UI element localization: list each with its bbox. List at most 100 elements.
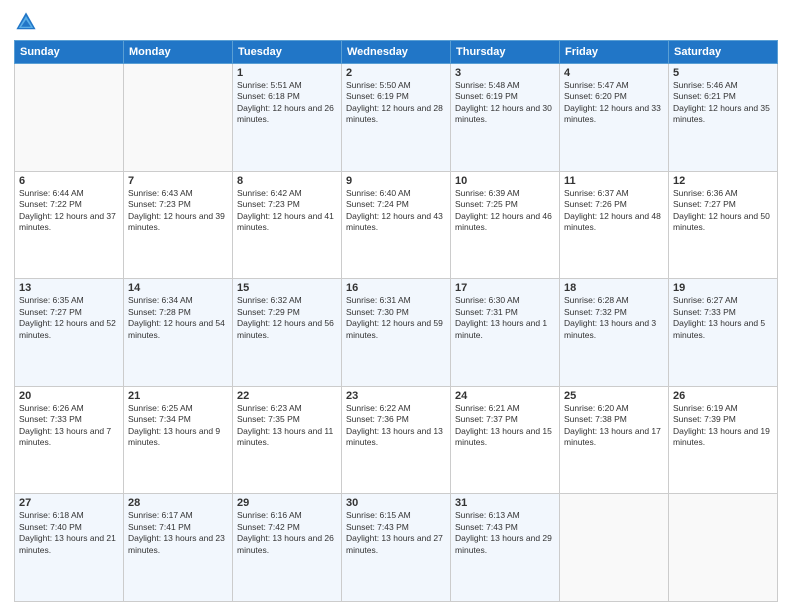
day-number: 18 — [564, 282, 664, 294]
day-info: Sunrise: 6:39 AM Sunset: 7:25 PM Dayligh… — [455, 188, 555, 234]
calendar-cell: 28Sunrise: 6:17 AM Sunset: 7:41 PM Dayli… — [124, 494, 233, 602]
logo — [14, 10, 42, 34]
day-number: 27 — [19, 497, 119, 509]
day-number: 29 — [237, 497, 337, 509]
day-number: 1 — [237, 67, 337, 79]
day-info: Sunrise: 6:42 AM Sunset: 7:23 PM Dayligh… — [237, 188, 337, 234]
calendar-cell: 16Sunrise: 6:31 AM Sunset: 7:30 PM Dayli… — [342, 279, 451, 387]
calendar-week-row: 20Sunrise: 6:26 AM Sunset: 7:33 PM Dayli… — [15, 386, 778, 494]
weekday-header-cell: Thursday — [451, 41, 560, 64]
header — [14, 10, 778, 34]
weekday-header-cell: Wednesday — [342, 41, 451, 64]
calendar-cell: 17Sunrise: 6:30 AM Sunset: 7:31 PM Dayli… — [451, 279, 560, 387]
weekday-header-cell: Tuesday — [233, 41, 342, 64]
calendar-cell: 1Sunrise: 5:51 AM Sunset: 6:18 PM Daylig… — [233, 64, 342, 172]
day-number: 3 — [455, 67, 555, 79]
day-info: Sunrise: 6:21 AM Sunset: 7:37 PM Dayligh… — [455, 403, 555, 449]
day-number: 21 — [128, 390, 228, 402]
calendar-cell: 21Sunrise: 6:25 AM Sunset: 7:34 PM Dayli… — [124, 386, 233, 494]
day-info: Sunrise: 6:26 AM Sunset: 7:33 PM Dayligh… — [19, 403, 119, 449]
calendar-cell: 8Sunrise: 6:42 AM Sunset: 7:23 PM Daylig… — [233, 171, 342, 279]
day-number: 28 — [128, 497, 228, 509]
calendar-cell: 29Sunrise: 6:16 AM Sunset: 7:42 PM Dayli… — [233, 494, 342, 602]
day-number: 23 — [346, 390, 446, 402]
calendar-cell: 9Sunrise: 6:40 AM Sunset: 7:24 PM Daylig… — [342, 171, 451, 279]
day-info: Sunrise: 6:43 AM Sunset: 7:23 PM Dayligh… — [128, 188, 228, 234]
day-number: 11 — [564, 175, 664, 187]
calendar-cell: 5Sunrise: 5:46 AM Sunset: 6:21 PM Daylig… — [669, 64, 778, 172]
day-info: Sunrise: 5:46 AM Sunset: 6:21 PM Dayligh… — [673, 80, 773, 126]
day-number: 19 — [673, 282, 773, 294]
day-info: Sunrise: 5:51 AM Sunset: 6:18 PM Dayligh… — [237, 80, 337, 126]
calendar-cell: 24Sunrise: 6:21 AM Sunset: 7:37 PM Dayli… — [451, 386, 560, 494]
day-number: 20 — [19, 390, 119, 402]
calendar-week-row: 6Sunrise: 6:44 AM Sunset: 7:22 PM Daylig… — [15, 171, 778, 279]
day-info: Sunrise: 6:35 AM Sunset: 7:27 PM Dayligh… — [19, 295, 119, 341]
day-info: Sunrise: 6:25 AM Sunset: 7:34 PM Dayligh… — [128, 403, 228, 449]
calendar-cell: 10Sunrise: 6:39 AM Sunset: 7:25 PM Dayli… — [451, 171, 560, 279]
weekday-header-row: SundayMondayTuesdayWednesdayThursdayFrid… — [15, 41, 778, 64]
calendar-cell: 26Sunrise: 6:19 AM Sunset: 7:39 PM Dayli… — [669, 386, 778, 494]
calendar-cell: 6Sunrise: 6:44 AM Sunset: 7:22 PM Daylig… — [15, 171, 124, 279]
day-info: Sunrise: 6:23 AM Sunset: 7:35 PM Dayligh… — [237, 403, 337, 449]
day-info: Sunrise: 6:36 AM Sunset: 7:27 PM Dayligh… — [673, 188, 773, 234]
day-number: 15 — [237, 282, 337, 294]
calendar-cell: 22Sunrise: 6:23 AM Sunset: 7:35 PM Dayli… — [233, 386, 342, 494]
day-number: 25 — [564, 390, 664, 402]
day-info: Sunrise: 6:20 AM Sunset: 7:38 PM Dayligh… — [564, 403, 664, 449]
day-info: Sunrise: 5:47 AM Sunset: 6:20 PM Dayligh… — [564, 80, 664, 126]
weekday-header-cell: Saturday — [669, 41, 778, 64]
day-number: 24 — [455, 390, 555, 402]
day-number: 31 — [455, 497, 555, 509]
day-info: Sunrise: 6:18 AM Sunset: 7:40 PM Dayligh… — [19, 510, 119, 556]
calendar-cell: 25Sunrise: 6:20 AM Sunset: 7:38 PM Dayli… — [560, 386, 669, 494]
day-number: 8 — [237, 175, 337, 187]
day-number: 7 — [128, 175, 228, 187]
day-number: 6 — [19, 175, 119, 187]
calendar-cell: 18Sunrise: 6:28 AM Sunset: 7:32 PM Dayli… — [560, 279, 669, 387]
day-info: Sunrise: 6:16 AM Sunset: 7:42 PM Dayligh… — [237, 510, 337, 556]
day-info: Sunrise: 6:37 AM Sunset: 7:26 PM Dayligh… — [564, 188, 664, 234]
calendar-cell: 12Sunrise: 6:36 AM Sunset: 7:27 PM Dayli… — [669, 171, 778, 279]
calendar-cell: 31Sunrise: 6:13 AM Sunset: 7:43 PM Dayli… — [451, 494, 560, 602]
day-number: 10 — [455, 175, 555, 187]
day-number: 16 — [346, 282, 446, 294]
weekday-header-cell: Sunday — [15, 41, 124, 64]
calendar-cell: 20Sunrise: 6:26 AM Sunset: 7:33 PM Dayli… — [15, 386, 124, 494]
calendar-cell: 14Sunrise: 6:34 AM Sunset: 7:28 PM Dayli… — [124, 279, 233, 387]
calendar-week-row: 27Sunrise: 6:18 AM Sunset: 7:40 PM Dayli… — [15, 494, 778, 602]
day-number: 17 — [455, 282, 555, 294]
day-number: 5 — [673, 67, 773, 79]
day-number: 22 — [237, 390, 337, 402]
day-info: Sunrise: 6:17 AM Sunset: 7:41 PM Dayligh… — [128, 510, 228, 556]
day-number: 26 — [673, 390, 773, 402]
day-info: Sunrise: 6:22 AM Sunset: 7:36 PM Dayligh… — [346, 403, 446, 449]
day-number: 9 — [346, 175, 446, 187]
weekday-header-cell: Friday — [560, 41, 669, 64]
calendar-cell — [560, 494, 669, 602]
day-info: Sunrise: 6:28 AM Sunset: 7:32 PM Dayligh… — [564, 295, 664, 341]
calendar-week-row: 1Sunrise: 5:51 AM Sunset: 6:18 PM Daylig… — [15, 64, 778, 172]
day-info: Sunrise: 6:13 AM Sunset: 7:43 PM Dayligh… — [455, 510, 555, 556]
calendar-cell: 7Sunrise: 6:43 AM Sunset: 7:23 PM Daylig… — [124, 171, 233, 279]
calendar-cell — [15, 64, 124, 172]
day-info: Sunrise: 6:15 AM Sunset: 7:43 PM Dayligh… — [346, 510, 446, 556]
day-info: Sunrise: 6:19 AM Sunset: 7:39 PM Dayligh… — [673, 403, 773, 449]
calendar-cell: 27Sunrise: 6:18 AM Sunset: 7:40 PM Dayli… — [15, 494, 124, 602]
calendar-cell: 30Sunrise: 6:15 AM Sunset: 7:43 PM Dayli… — [342, 494, 451, 602]
calendar-header: SundayMondayTuesdayWednesdayThursdayFrid… — [15, 41, 778, 64]
calendar-cell: 3Sunrise: 5:48 AM Sunset: 6:19 PM Daylig… — [451, 64, 560, 172]
weekday-header-cell: Monday — [124, 41, 233, 64]
logo-icon — [14, 10, 38, 34]
day-number: 4 — [564, 67, 664, 79]
calendar-table: SundayMondayTuesdayWednesdayThursdayFrid… — [14, 40, 778, 602]
calendar-cell: 2Sunrise: 5:50 AM Sunset: 6:19 PM Daylig… — [342, 64, 451, 172]
calendar-cell: 15Sunrise: 6:32 AM Sunset: 7:29 PM Dayli… — [233, 279, 342, 387]
calendar-cell — [669, 494, 778, 602]
calendar-cell: 19Sunrise: 6:27 AM Sunset: 7:33 PM Dayli… — [669, 279, 778, 387]
day-info: Sunrise: 6:34 AM Sunset: 7:28 PM Dayligh… — [128, 295, 228, 341]
day-info: Sunrise: 6:44 AM Sunset: 7:22 PM Dayligh… — [19, 188, 119, 234]
day-info: Sunrise: 6:40 AM Sunset: 7:24 PM Dayligh… — [346, 188, 446, 234]
day-number: 30 — [346, 497, 446, 509]
calendar-cell: 13Sunrise: 6:35 AM Sunset: 7:27 PM Dayli… — [15, 279, 124, 387]
